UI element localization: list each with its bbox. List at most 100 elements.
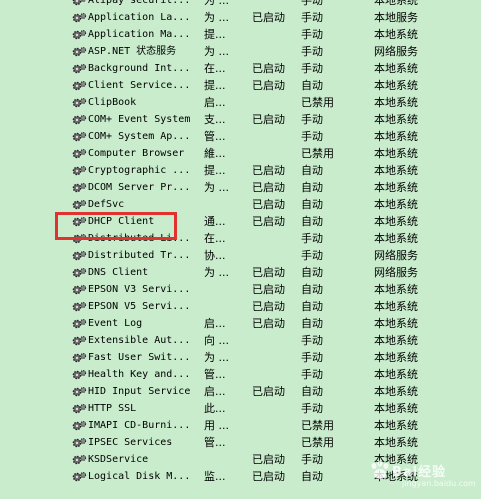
service-row[interactable]: Alipay securit... 为 ... 手动 本地系统 [0,0,481,9]
service-name: Background Int... [88,63,191,74]
service-name: IMAPI CD-Burni... [88,420,191,431]
paw-logo-icon [371,460,389,479]
service-status: 已启动 [252,113,285,126]
service-description: 支... [204,113,226,126]
service-row[interactable]: IMAPI CD-Burni... 用 ... 已禁用 本地系统 [0,417,481,434]
service-status [252,417,300,434]
service-name: Logical Disk M... [88,471,191,482]
service-row[interactable]: Client Service... 提... 已启动 自动 本地系统 [0,77,481,94]
gear-service-icon [72,200,87,210]
service-logon-as: 本地系统 [374,198,418,211]
service-row[interactable]: COM+ Event System 支... 已启动 手动 本地系统 [0,111,481,128]
service-status: 已启动 [252,198,285,211]
service-row[interactable]: COM+ System Ap... 管... 手动 本地系统 [0,128,481,145]
service-startup-type: 手动 [301,334,323,347]
service-row[interactable]: DNS Client 为 ... 已启动 自动 网络服务 [0,264,481,281]
service-startup-type: 手动 [301,113,323,126]
service-logon-as: 本地系统 [374,181,418,194]
service-row[interactable]: Health Key and... 管... 手动 本地系统 [0,366,481,383]
service-status [252,128,300,145]
service-startup-type: 手动 [301,232,323,245]
service-row[interactable]: Application La... 为 ... 已启动 手动 本地服务 [0,9,481,26]
service-name: HID Input Service [88,386,191,397]
watermark: Bai经验 jingyan.baidu.com [366,455,476,495]
service-logon-as: 本地系统 [374,130,418,143]
service-logon-as: 本地系统 [374,28,418,41]
service-description: 启... [204,96,226,109]
service-logon-as: 本地服务 [374,11,418,24]
service-logon-as: 本地系统 [374,62,418,75]
service-description: 通... [204,215,226,228]
service-name: COM+ Event System [88,114,191,125]
service-status: 已启动 [252,317,285,330]
service-status [252,0,300,9]
service-logon-as: 本地系统 [374,147,418,160]
service-name: HTTP SSL [88,403,137,414]
service-status: 已启动 [252,470,285,483]
service-row[interactable]: Cryptographic ... 提... 已启动 自动 本地系统 [0,162,481,179]
service-status: 已启动 [252,164,285,177]
gear-service-icon [72,183,87,193]
service-name: COM+ System Ap... [88,131,191,142]
service-startup-type: 自动 [301,470,323,483]
service-startup-type: 手动 [301,249,323,262]
service-name: DCOM Server Pr... [88,182,191,193]
service-name: KSDService [88,454,149,465]
service-startup-type: 自动 [301,300,323,313]
service-row[interactable]: Background Int... 在... 已启动 手动 本地系统 [0,60,481,77]
gear-service-icon [72,166,87,176]
gear-service-icon [72,64,87,74]
service-logon-as: 本地系统 [374,164,418,177]
service-row[interactable]: Extensible Aut... 向 ... 手动 本地系统 [0,332,481,349]
gear-service-icon [72,132,87,142]
service-name: EPSON V5 Servi... [88,301,191,312]
gear-service-icon [72,268,87,278]
service-startup-type: 手动 [301,130,323,143]
gear-service-icon [72,455,87,465]
service-description: 用 ... [204,419,229,432]
service-row[interactable]: Distributed Tr... 协... 手动 网络服务 [0,247,481,264]
service-row[interactable]: Event Log 启... 已启动 自动 本地系统 [0,315,481,332]
service-row[interactable]: DefSvc 已启动 自动 本地系统 [0,196,481,213]
service-logon-as: 本地系统 [374,96,418,109]
gear-service-icon [72,353,87,363]
gear-service-icon [72,421,87,431]
gear-service-icon [72,47,87,57]
service-startup-type: 已禁用 [301,436,334,449]
service-row[interactable]: Application Ma... 提... 手动 本地系统 [0,26,481,43]
service-row[interactable]: ClipBook 启... 已禁用 本地系统 [0,94,481,111]
gear-service-icon [72,13,87,23]
service-status [252,247,300,264]
service-status: 已启动 [252,283,285,296]
service-row[interactable]: IPSEC Services 管... 已禁用 本地系统 [0,434,481,451]
service-status: 已启动 [252,79,285,92]
service-row[interactable]: HID Input Service 启... 已启动 自动 本地系统 [0,383,481,400]
service-startup-type: 已禁用 [301,419,334,432]
service-description: 启... [204,385,226,398]
service-row[interactable]: Computer Browser 維... 已禁用 本地系统 [0,145,481,162]
service-logon-as: 本地系统 [374,283,418,296]
service-row[interactable]: Fast User Swit... 为 ... 手动 本地系统 [0,349,481,366]
service-name: EPSON V3 Servi... [88,284,191,295]
service-row[interactable]: ASP.NET 状态服务 为 ... 手动 网络服务 [0,43,481,60]
service-name: ASP.NET 状态服务 [88,46,177,57]
service-description: 启... [204,317,226,330]
service-status: 已启动 [252,266,285,279]
service-row[interactable]: HTTP SSL 此... 手动 本地系统 [0,400,481,417]
service-row[interactable]: EPSON V3 Servi... 已启动 自动 本地系统 [0,281,481,298]
service-row[interactable]: DCOM Server Pr... 为 ... 已启动 自动 本地系统 [0,179,481,196]
service-logon-as: 本地系统 [374,402,418,415]
service-logon-as: 本地系统 [374,385,418,398]
service-startup-type: 手动 [301,45,323,58]
gear-service-icon [72,30,87,40]
service-row[interactable]: EPSON V5 Servi... 已启动 自动 本地系统 [0,298,481,315]
service-description: 为 ... [204,45,229,58]
service-logon-as: 本地系统 [374,79,418,92]
service-startup-type: 手动 [301,402,323,415]
service-logon-as: 本地系统 [374,317,418,330]
service-logon-as: 本地系统 [374,300,418,313]
gear-service-icon [72,472,87,482]
service-description: 向 ... [204,334,229,347]
gear-service-icon [72,115,87,125]
service-startup-type: 自动 [301,266,323,279]
